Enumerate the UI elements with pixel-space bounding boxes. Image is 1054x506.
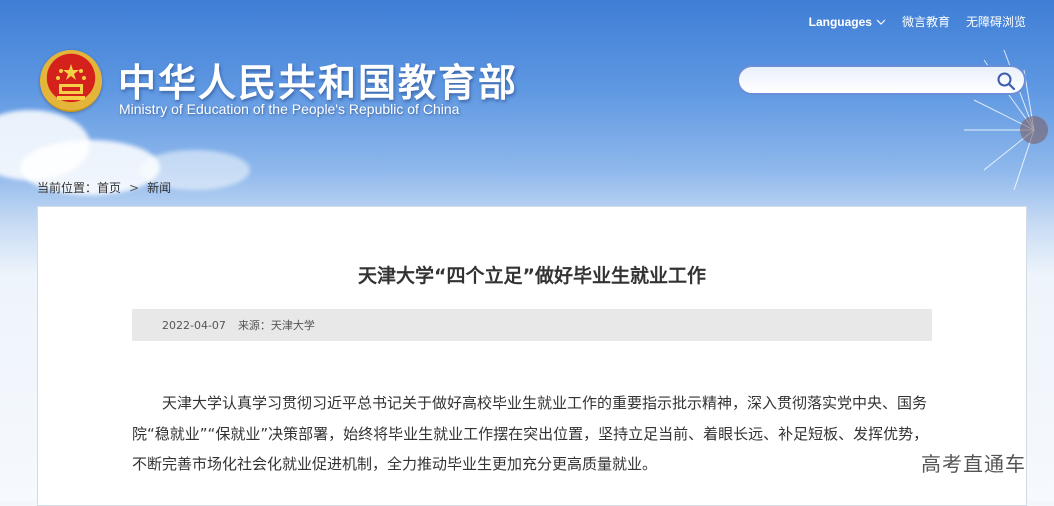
search-input[interactable] [751, 67, 995, 95]
search-box [737, 65, 1026, 95]
article-title: 天津大学“四个立足”做好毕业生就业工作 [358, 265, 706, 287]
site-title[interactable]: 中华人民共和国教育部 [118, 52, 518, 107]
national-emblem-icon[interactable] [40, 50, 102, 112]
breadcrumb-separator: > [129, 180, 140, 195]
article-panel: 天津大学“四个立足”做好毕业生就业工作 2022-04-07 来源：天津大学 天… [37, 206, 1027, 506]
site-subtitle: Ministry of Education of the People's Re… [119, 101, 460, 117]
breadcrumb-home[interactable]: 首页 [97, 181, 121, 195]
weibo-link[interactable]: 微言教育 [902, 13, 950, 30]
chevron-down-icon [876, 19, 886, 25]
languages-menu[interactable]: Languages [809, 13, 886, 30]
article-paragraph: 天津大学认真学习贯彻习近平总书记关于做好高校毕业生就业工作的重要指示批示精神，深… [132, 394, 929, 473]
top-links: Languages 微言教育 无障碍浏览 [809, 13, 1026, 30]
breadcrumb-prefix: 当前位置：首页 [37, 179, 121, 196]
watermark: 高考直通车 [921, 448, 1026, 477]
article-date: 2022-04-07 [162, 318, 226, 332]
breadcrumb-prefix-label: 当前位置： [37, 181, 98, 195]
article-meta-bar: 2022-04-07 来源：天津大学 [132, 309, 932, 341]
article-source: 来源：天津大学 [237, 319, 315, 332]
accessibility-link[interactable]: 无障碍浏览 [966, 13, 1026, 30]
breadcrumb-current[interactable]: 新闻 [147, 179, 171, 196]
languages-label: Languages [808, 14, 872, 29]
breadcrumb: 当前位置：首页 > 新闻 [37, 179, 171, 196]
dandelion-decoration [964, 49, 1048, 191]
search-icon[interactable] [996, 71, 1016, 91]
